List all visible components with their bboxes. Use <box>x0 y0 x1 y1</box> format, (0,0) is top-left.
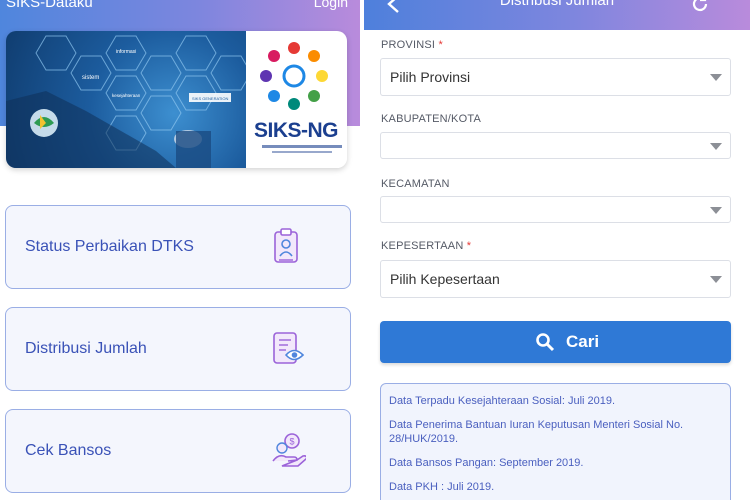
menu-item-status-perbaikan-dtks[interactable]: Status Perbaikan DTKS <box>5 205 351 289</box>
banner-word: SIKS GENERATION <box>192 96 228 101</box>
home-screen: SIKS-Dataku Login informasi sistem kesej… <box>0 0 360 500</box>
screenshot-stage: SIKS-Dataku Login informasi sistem kesej… <box>0 0 750 500</box>
banner-word: sistem <box>82 75 99 81</box>
select-value: Pilih Provinsi <box>390 69 471 85</box>
app-title: SIKS-Dataku <box>6 0 93 11</box>
logo-subtitle-line <box>272 151 332 153</box>
select-value: Pilih Kepesertaan <box>390 271 500 287</box>
info-line: Data Bansos Pangan: September 2019. <box>389 457 584 469</box>
menu-item-label: Cek Bansos <box>25 442 112 459</box>
hand-coin-icon: $ <box>272 433 306 467</box>
kecamatan-label: KECAMATAN <box>381 178 450 190</box>
siks-ng-logo-text: SIKS-NG <box>254 119 339 142</box>
kabupaten-kota-label: KABUPATEN/KOTA <box>381 113 481 125</box>
login-link[interactable]: Login <box>314 0 348 10</box>
chevron-down-icon <box>710 276 722 283</box>
field-label-text: KEPESERTAAN <box>381 240 464 252</box>
svg-text:$: $ <box>290 437 295 447</box>
document-eye-icon <box>273 332 305 364</box>
kepesertaan-select[interactable]: Pilih Kepesertaan <box>380 260 731 298</box>
info-line: Data PKH : Juli 2019. <box>389 481 495 493</box>
kabupaten-kota-select[interactable] <box>380 132 731 159</box>
clipboard-id-icon <box>274 228 298 263</box>
distribusi-jumlah-screen: Distribusi Jumlah PROVINSI * Pilih Provi… <box>364 0 750 500</box>
chevron-down-icon <box>710 74 722 81</box>
hero-banner: informasi sistem kesejahteraan SIKS GENE… <box>6 31 347 168</box>
cari-button[interactable]: Cari <box>380 321 731 363</box>
required-marker: * <box>438 39 443 51</box>
data-source-info-box: Data Terpadu Kesejahteraan Sosial: Juli … <box>380 383 731 500</box>
menu-item-label: Status Perbaikan DTKS <box>25 238 194 255</box>
required-marker: * <box>466 240 472 252</box>
banner-word: informasi <box>116 49 136 55</box>
kepesertaan-label: KEPESERTAAN * <box>381 240 471 252</box>
chevron-down-icon <box>710 142 722 150</box>
banner-photo: informasi sistem kesejahteraan SIKS GENE… <box>6 31 252 168</box>
hexagon-network-graphic: informasi sistem kesejahteraan SIKS GENE… <box>6 35 252 168</box>
provinsi-select[interactable]: Pilih Provinsi <box>380 58 731 96</box>
info-line: Data Terpadu Kesejahteraan Sosial: Juli … <box>389 395 616 407</box>
logo-subtitle-line <box>262 145 342 148</box>
menu-item-cek-bansos[interactable]: Cek Bansos $ <box>5 409 351 493</box>
info-line: Data Penerima Bantuan Iuran Keputusan Me… <box>389 419 684 445</box>
chevron-down-icon <box>710 206 722 214</box>
field-label-text: KABUPATEN/KOTA <box>381 113 481 125</box>
banner-word: kesejahteraan <box>112 93 141 98</box>
menu-item-distribusi-jumlah[interactable]: Distribusi Jumlah <box>5 307 351 391</box>
siks-ng-logo-icon <box>260 42 328 110</box>
search-icon <box>536 333 555 352</box>
menu-item-label: Distribusi Jumlah <box>25 340 147 357</box>
field-label-text: PROVINSI <box>381 39 436 51</box>
kecamatan-select[interactable] <box>380 196 731 223</box>
field-label-text: KECAMATAN <box>381 178 450 190</box>
provinsi-label: PROVINSI * <box>381 39 443 51</box>
app-bar: Distribusi Jumlah <box>364 0 750 30</box>
cari-button-label: Cari <box>566 332 600 351</box>
refresh-icon[interactable] <box>690 0 710 14</box>
